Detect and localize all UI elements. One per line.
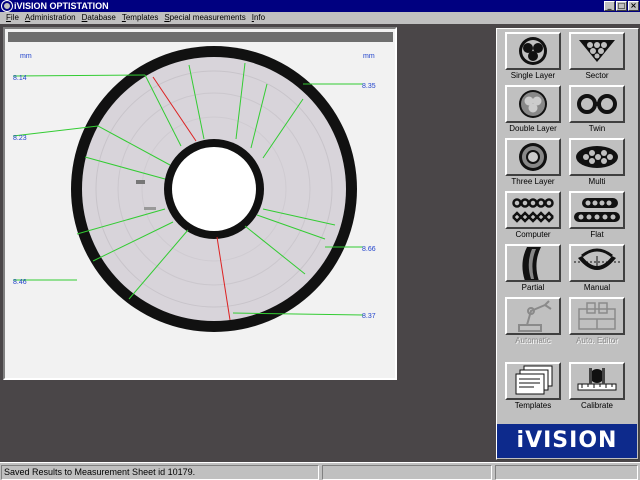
multi-button[interactable] — [569, 138, 625, 176]
measurement-label: 8.23 — [13, 135, 27, 142]
unit-label-left: mm — [20, 53, 32, 60]
sector-button[interactable] — [569, 32, 625, 70]
status-message: Saved Results to Measurement Sheet id 10… — [1, 465, 319, 480]
window-title: iVISION OPTISTATION — [14, 1, 109, 11]
measurement-label: 8.14 — [13, 75, 27, 82]
tool-three-layer[interactable]: Three Layer — [501, 138, 565, 187]
tool-multi[interactable]: Multi — [565, 138, 629, 187]
tool-label: Multi — [588, 177, 606, 186]
conductor-hole — [172, 147, 256, 231]
tool-sector[interactable]: Sector — [565, 32, 629, 81]
measurement-label: 8.46 — [13, 279, 27, 286]
surface-mark — [136, 180, 145, 184]
measurement-label: 8.35 — [362, 83, 376, 90]
status-pane-3 — [495, 465, 638, 480]
tool-templates[interactable]: Templates — [501, 362, 565, 411]
minimize-button[interactable]: _ — [604, 1, 615, 11]
tool-computer[interactable]: Computer — [501, 191, 565, 240]
tool-label: Single Layer — [510, 71, 556, 80]
tool-label: Double Layer — [509, 124, 557, 133]
tool-double-layer[interactable]: Double Layer — [501, 85, 565, 134]
menu-bar: File Administration Database Templates S… — [0, 12, 640, 24]
multi-icon — [576, 146, 618, 168]
tool-flat[interactable]: Flat — [565, 191, 629, 240]
unit-label-right: mm — [363, 53, 375, 60]
menu-file[interactable]: File — [3, 12, 22, 24]
ivision-logo: iVISION — [497, 424, 637, 458]
close-button[interactable]: × — [628, 1, 639, 11]
surface-mark — [144, 207, 156, 210]
flat-cable-icon — [574, 198, 620, 222]
auto-editor-icon — [578, 302, 616, 330]
twin-icon — [577, 94, 617, 114]
single-layer-icon — [519, 37, 547, 65]
menu-administration[interactable]: Administration — [22, 12, 79, 24]
tool-single-layer[interactable]: Single Layer — [501, 32, 565, 81]
tool-label: Computer — [515, 230, 551, 239]
cable-cross-section — [12, 46, 364, 332]
partial-button[interactable] — [505, 244, 561, 282]
tool-partial[interactable]: Partial — [501, 244, 565, 293]
tool-automatic[interactable]: Automatic — [501, 297, 565, 346]
tool-label: Sector — [585, 71, 609, 80]
computer-cable-icon — [512, 198, 554, 223]
tool-label: Templates — [514, 401, 552, 410]
tool-twin[interactable]: Twin — [565, 85, 629, 134]
maximize-button[interactable]: □ — [616, 1, 627, 11]
double-layer-button[interactable] — [505, 85, 561, 123]
twin-button[interactable] — [569, 85, 625, 123]
app-icon[interactable] — [2, 1, 12, 11]
computer-button[interactable] — [505, 191, 561, 229]
templates-icon — [515, 365, 553, 395]
tool-label: Three Layer — [511, 177, 555, 186]
title-bar: iVISION OPTISTATION _ □ × — [0, 0, 640, 12]
tool-auto-editor[interactable]: Auto. Editor — [565, 297, 629, 346]
measurement-canvas[interactable]: mm mm 8.14 8.23 8.46 8.35 8.66 8.37 — [3, 27, 397, 380]
auto-editor-button[interactable] — [569, 297, 625, 335]
menu-info[interactable]: Info — [249, 12, 268, 24]
tool-label: Auto. Editor — [576, 336, 618, 345]
tool-manual[interactable]: Manual — [565, 244, 629, 293]
status-bar: Saved Results to Measurement Sheet id 10… — [0, 462, 640, 480]
automatic-button[interactable] — [505, 297, 561, 335]
menu-database[interactable]: Database — [79, 12, 119, 24]
three-layer-icon — [519, 143, 547, 171]
tool-label: Partial — [521, 283, 545, 292]
robot-arm-icon — [518, 300, 552, 332]
measurement-type-palette: Single Layer Sector Double Layer Twin Th… — [496, 28, 639, 460]
templates-button[interactable] — [505, 362, 561, 400]
tool-calibrate[interactable]: Calibrate — [565, 362, 629, 411]
menu-templates[interactable]: Templates — [119, 12, 161, 24]
tool-label: Calibrate — [580, 401, 613, 410]
measurement-label: 8.37 — [362, 313, 376, 320]
single-layer-button[interactable] — [505, 32, 561, 70]
status-pane-2 — [322, 465, 492, 480]
menu-special-measurements[interactable]: Special measurements — [161, 12, 248, 24]
partial-icon — [522, 247, 541, 280]
manual-button[interactable] — [569, 244, 625, 282]
three-layer-button[interactable] — [505, 138, 561, 176]
calibrate-button[interactable] — [569, 362, 625, 400]
manual-icon — [574, 248, 620, 270]
tool-label: Automatic — [515, 336, 551, 345]
tool-label: Flat — [590, 230, 604, 239]
double-layer-icon — [519, 90, 547, 118]
window-controls: _ □ × — [604, 1, 639, 11]
tool-label: Twin — [588, 124, 606, 133]
sector-icon — [579, 40, 615, 62]
tool-label: Manual — [583, 283, 611, 292]
calibrate-icon — [577, 368, 617, 391]
measurement-label: 8.66 — [362, 246, 376, 253]
flat-button[interactable] — [569, 191, 625, 229]
